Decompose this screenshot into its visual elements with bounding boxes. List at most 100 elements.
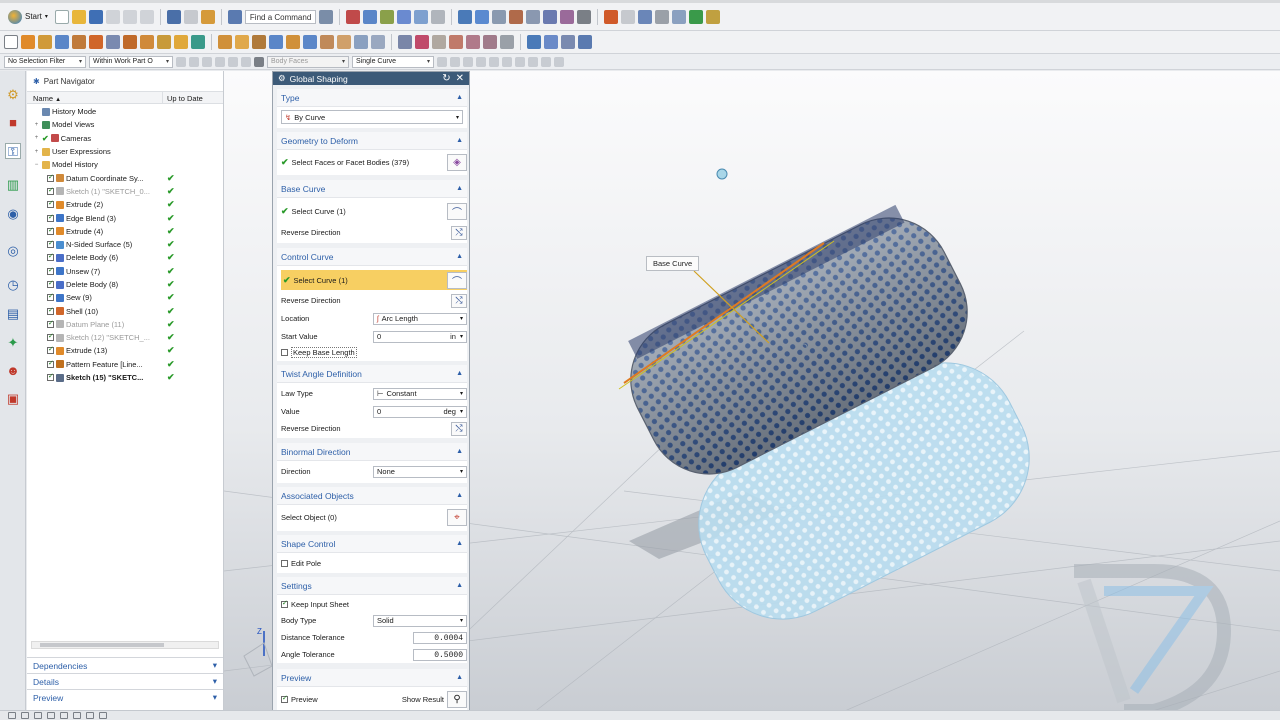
visibility-checkbox[interactable]	[47, 200, 54, 209]
mirror-face-icon[interactable]	[500, 35, 514, 49]
camera-view-icon[interactable]	[414, 9, 429, 24]
show-result-button[interactable]: ⚲	[447, 691, 467, 708]
visibility-checkbox[interactable]	[47, 360, 54, 368]
up-to-date-column-header[interactable]: Up to Date	[163, 92, 207, 103]
twist-angle-group-header[interactable]: Twist Angle Definition ▲	[277, 365, 467, 383]
tree-node[interactable]: Delete Body (6) ✔	[27, 251, 223, 264]
blend-tool-icon[interactable]	[123, 35, 137, 49]
snap-intersection-icon[interactable]	[502, 56, 512, 67]
offset-face-icon[interactable]	[252, 35, 266, 49]
reset-filter-icon[interactable]	[202, 56, 212, 67]
lattice-icon[interactable]	[561, 35, 575, 49]
hole-tool-icon[interactable]	[89, 35, 103, 49]
control-select-curve-row[interactable]: ✔ Select Curve (1) ⌒	[281, 270, 467, 290]
selection-filter-select[interactable]: No Selection Filter ▾	[4, 55, 86, 68]
undo-icon[interactable]	[166, 9, 181, 24]
view-tool-icon[interactable]	[86, 712, 94, 719]
pin-icon[interactable]: ✱	[33, 77, 40, 86]
tree-node[interactable]: Sketch (1) "SKETCH_0... ✔	[27, 185, 223, 198]
tree-node[interactable]: History Mode	[27, 105, 223, 118]
preview-panel-header[interactable]: Preview ▾	[27, 689, 223, 705]
preview-checkbox[interactable]	[281, 694, 288, 703]
open-folder-icon[interactable]	[71, 9, 86, 24]
tree-node[interactable]: − Model History	[27, 158, 223, 171]
boolean-tool-icon[interactable]	[106, 35, 120, 49]
edit-pole-checkbox[interactable]	[281, 560, 288, 567]
extrude-tool-icon[interactable]	[21, 35, 35, 49]
role-icon[interactable]	[689, 9, 704, 24]
layer-icon[interactable]	[492, 9, 507, 24]
convergent-icon[interactable]	[527, 35, 541, 49]
search-icon[interactable]	[319, 9, 334, 24]
replace-face-icon[interactable]	[415, 35, 429, 49]
wcs-icon[interactable]	[475, 9, 490, 24]
draft-tool-icon[interactable]	[174, 35, 188, 49]
repeat-command-icon[interactable]	[200, 9, 215, 24]
tree-node[interactable]: + Model Views	[27, 118, 223, 131]
visibility-checkbox[interactable]	[47, 253, 54, 262]
geometry-group-header[interactable]: Geometry to Deform ▲	[277, 132, 467, 150]
offset-region-icon[interactable]	[449, 35, 463, 49]
facet-icon[interactable]	[544, 35, 558, 49]
sew-tool-icon[interactable]	[371, 35, 385, 49]
view-tool-icon[interactable]	[99, 712, 107, 719]
block-tool-icon[interactable]	[55, 35, 69, 49]
patch-icon[interactable]	[354, 35, 368, 49]
select-faces-button[interactable]: ◈	[447, 154, 467, 171]
details-panel-header[interactable]: Details ▾	[27, 673, 223, 689]
copy-icon[interactable]	[122, 9, 137, 24]
name-column-header[interactable]: Name ▲	[27, 92, 163, 103]
render-style-icon[interactable]	[380, 9, 395, 24]
select-by-name-icon[interactable]	[215, 56, 225, 67]
associated-objects-group-header[interactable]: Associated Objects ▲	[277, 487, 467, 505]
control-curve-group-header[interactable]: Control Curve ▲	[277, 248, 467, 266]
n-sided-icon[interactable]	[337, 35, 351, 49]
base-select-curve-row[interactable]: ✔ Select Curve (1) ⌒	[281, 203, 467, 220]
view-tool-icon[interactable]	[47, 712, 55, 719]
snap-control-point-icon[interactable]	[489, 56, 499, 67]
type-group-header[interactable]: Type ▲	[277, 89, 467, 107]
tree-node[interactable]: + User Expressions	[27, 145, 223, 158]
snap-quadrant-icon[interactable]	[528, 56, 538, 67]
distance-tolerance-input[interactable]: 0.0004	[413, 631, 467, 644]
reuse-library-icon[interactable]: ▥	[5, 177, 21, 193]
snap-arc-center-icon[interactable]	[515, 56, 525, 67]
tree-node[interactable]: Datum Plane (11) ✔	[27, 318, 223, 331]
cancel-update-icon[interactable]	[621, 9, 636, 24]
navigator-horizontal-scrollbar[interactable]	[31, 641, 219, 649]
select-all-icon[interactable]	[189, 56, 199, 67]
selection-scope-select[interactable]: Within Work Part O ▾	[89, 55, 173, 68]
select-object-row[interactable]: Select Object (0) ⌖	[281, 509, 467, 526]
customize-icon[interactable]	[706, 9, 721, 24]
section-view-icon[interactable]	[560, 9, 575, 24]
system-scene-icon[interactable]: ▣	[5, 391, 21, 407]
visibility-checkbox[interactable]	[47, 227, 54, 235]
visibility-checkbox[interactable]	[47, 293, 54, 302]
control-select-curve-button[interactable]: ⌒	[447, 271, 467, 289]
tree-node[interactable]: Pattern Feature [Line... ✔	[27, 358, 223, 371]
split-body-icon[interactable]	[235, 35, 249, 49]
binormal-group-header[interactable]: Binormal Direction ▲	[277, 443, 467, 461]
visibility-checkbox[interactable]	[47, 320, 54, 328]
full-screen-icon[interactable]	[672, 9, 687, 24]
window-icon[interactable]	[638, 9, 653, 24]
tree-node[interactable]: + ✔ Cameras	[27, 132, 223, 145]
expand-toggle-icon[interactable]: +	[33, 122, 40, 128]
visibility-checkbox[interactable]	[47, 307, 54, 315]
select-object-button[interactable]: ⌖	[447, 509, 467, 526]
studio-surface-icon[interactable]	[320, 35, 334, 49]
control-reverse-direction-button[interactable]: ⤭	[451, 293, 467, 308]
filter-icon[interactable]	[176, 56, 186, 67]
through-curves-icon[interactable]	[286, 35, 300, 49]
rectangle-select-icon[interactable]	[254, 56, 264, 67]
process-studio-icon[interactable]: ✦	[5, 335, 21, 351]
snap-endpoint-icon[interactable]	[463, 56, 473, 67]
preview-group-header[interactable]: Preview ▲	[277, 669, 467, 687]
expand-toggle-icon[interactable]: +	[33, 149, 40, 155]
tree-node[interactable]: Extrude (2) ✔	[27, 198, 223, 211]
visibility-checkbox[interactable]	[47, 174, 54, 182]
global-shaping-icon[interactable]	[578, 35, 592, 49]
view-triad-icon[interactable]	[397, 9, 412, 24]
pattern-tool-icon[interactable]	[191, 35, 205, 49]
update-icon[interactable]	[604, 9, 619, 24]
